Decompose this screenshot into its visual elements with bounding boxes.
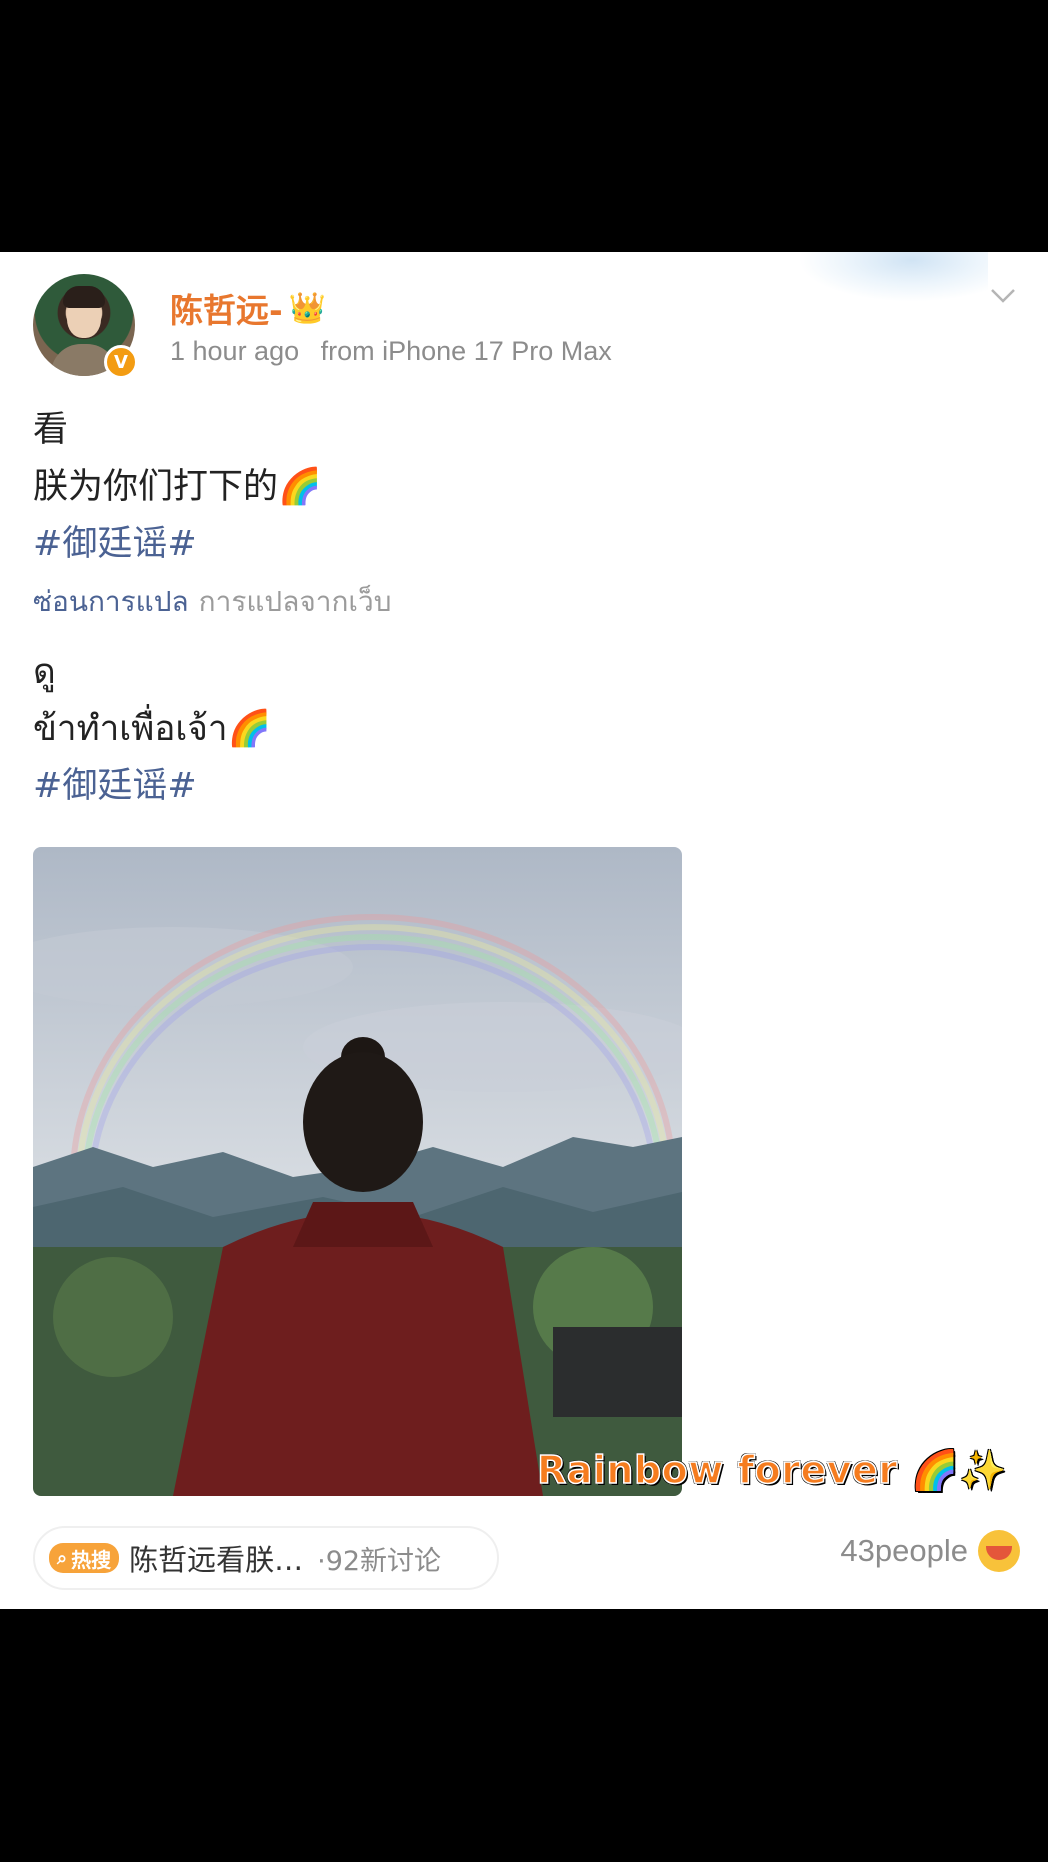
rainbow-emoji-translated: 🌈 [227, 709, 272, 749]
rainbow-emoji: 🌈 [278, 467, 322, 507]
search-icon: ⌕ [57, 1547, 68, 1569]
hot-search-badge-label: 热搜 [71, 1547, 112, 1572]
post-meta: 1 hour ago from iPhone 17 Pro Max [170, 336, 612, 367]
translated-line-2: ข้าทำเพื่อเจ้า🌈 [33, 701, 1013, 758]
post-text-line-2-text: 朕为你们打下的 [33, 467, 279, 507]
cloud-decoration [798, 252, 988, 302]
overlay-caption: Rainbow forever 🌈✨ [536, 1447, 1007, 1493]
likes-count: 43people [840, 1533, 968, 1568]
avatar-hair [63, 286, 105, 308]
top-black-bar [0, 0, 1048, 252]
post-card: V 陈哲远- 👑 1 hour ago from iPhone 17 Pro M… [0, 252, 1048, 1609]
post-time: 1 hour ago [170, 336, 300, 366]
hide-translation-link[interactable]: ซ่อนการแปล [33, 585, 189, 618]
author-name-row[interactable]: 陈哲远- 👑 [170, 284, 326, 332]
bottom-black-bar [0, 1609, 1048, 1862]
translated-line-2-text: ข้าทำเพื่อเจ้า [33, 709, 228, 749]
verified-icon: V [104, 345, 138, 379]
laughing-face-icon [978, 1530, 1020, 1572]
author-name[interactable]: 陈哲远- [170, 284, 283, 332]
post-image[interactable] [33, 847, 682, 1496]
post-body: 看 朕为你们打下的🌈 #御廷谣# ซ่อนการแปล การแปลจากเว็บ… [33, 402, 1013, 815]
post-text-line-1: 看 [33, 410, 69, 450]
post-source: from iPhone 17 Pro Max [320, 336, 612, 366]
translation-source: การแปลจากเว็บ [198, 585, 392, 618]
chevron-down-icon[interactable] [990, 282, 1016, 308]
translation-row: ซ่อนการแปล การแปลจากเว็บ [33, 573, 1013, 630]
hashtag-link[interactable]: #御廷谣# [33, 516, 1013, 573]
likes[interactable]: 43people [840, 1530, 1020, 1572]
translated-hashtag-link[interactable]: #御廷谣# [33, 758, 1013, 815]
hot-search-topic: 陈哲远看朕… [129, 1543, 304, 1577]
translated-line-1: ดู [33, 652, 56, 692]
post-text-line-2: 朕为你们打下的🌈 [33, 459, 1013, 516]
hot-search-badge: ⌕ 热搜 [49, 1543, 120, 1573]
hot-search-count: ·92新讨论 [317, 1545, 442, 1577]
hot-search-chip[interactable]: ⌕ 热搜 陈哲远看朕… ·92新讨论 [33, 1526, 499, 1590]
crown-icon: 👑 [288, 290, 327, 326]
